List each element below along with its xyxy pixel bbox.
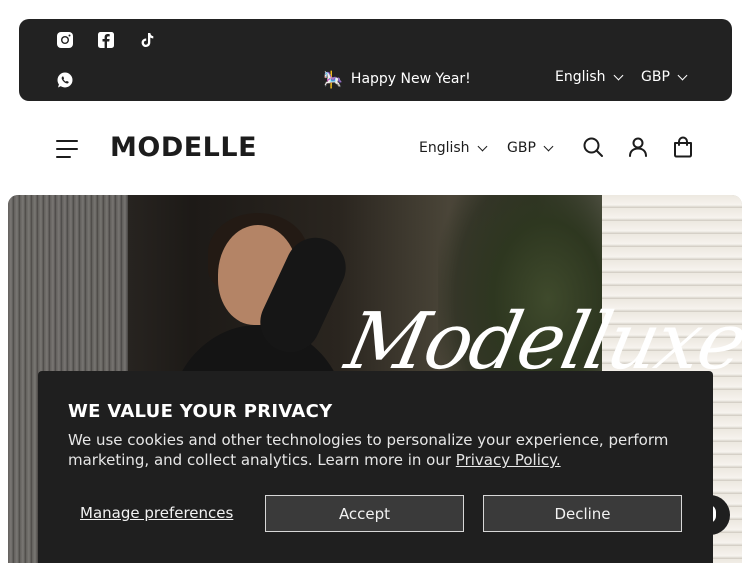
manage-preferences-link[interactable]: Manage preferences — [80, 504, 233, 522]
currency-label: GBP — [641, 69, 670, 85]
tiktok-icon[interactable] — [137, 30, 157, 50]
language-label: English — [555, 69, 606, 85]
announcement-currency-select[interactable]: GBP — [641, 69, 688, 85]
site-header: MODELLE English GBP — [0, 120, 750, 178]
menu-icon[interactable] — [56, 140, 80, 158]
privacy-policy-link[interactable]: Privacy Policy. — [456, 451, 561, 469]
chevron-down-icon — [477, 141, 488, 151]
announcement-bar: 🎠 Happy New Year! English GBP — [19, 19, 732, 101]
chevron-down-icon — [613, 70, 624, 80]
chevron-down-icon — [677, 70, 688, 80]
carousel-emoji-icon: 🎠 — [323, 69, 343, 89]
announcement-text: Happy New Year! — [350, 71, 471, 87]
cart-icon[interactable] — [671, 135, 695, 159]
account-icon[interactable] — [626, 135, 650, 159]
instagram-icon[interactable] — [55, 30, 75, 50]
search-icon[interactable] — [581, 135, 605, 159]
facebook-icon[interactable] — [96, 30, 116, 50]
currency-label: GBP — [507, 140, 536, 156]
header-currency-select[interactable]: GBP — [507, 140, 554, 156]
chevron-down-icon — [543, 141, 554, 151]
accept-button[interactable]: Accept — [265, 495, 464, 532]
decline-button[interactable]: Decline — [483, 495, 682, 532]
cookie-body-text: We use cookies and other technologies to… — [68, 431, 669, 469]
cookie-description: We use cookies and other technologies to… — [68, 430, 688, 470]
header-language-select[interactable]: English — [419, 140, 488, 156]
language-label: English — [419, 140, 470, 156]
site-logo[interactable]: MODELLE — [110, 132, 257, 163]
cookie-consent-banner: WE VALUE YOUR PRIVACY We use cookies and… — [38, 371, 713, 563]
announcement-language-select[interactable]: English — [555, 69, 624, 85]
whatsapp-icon[interactable] — [55, 70, 75, 90]
announcement-message: 🎠 Happy New Year! — [323, 67, 471, 91]
cookie-title: WE VALUE YOUR PRIVACY — [68, 401, 333, 422]
